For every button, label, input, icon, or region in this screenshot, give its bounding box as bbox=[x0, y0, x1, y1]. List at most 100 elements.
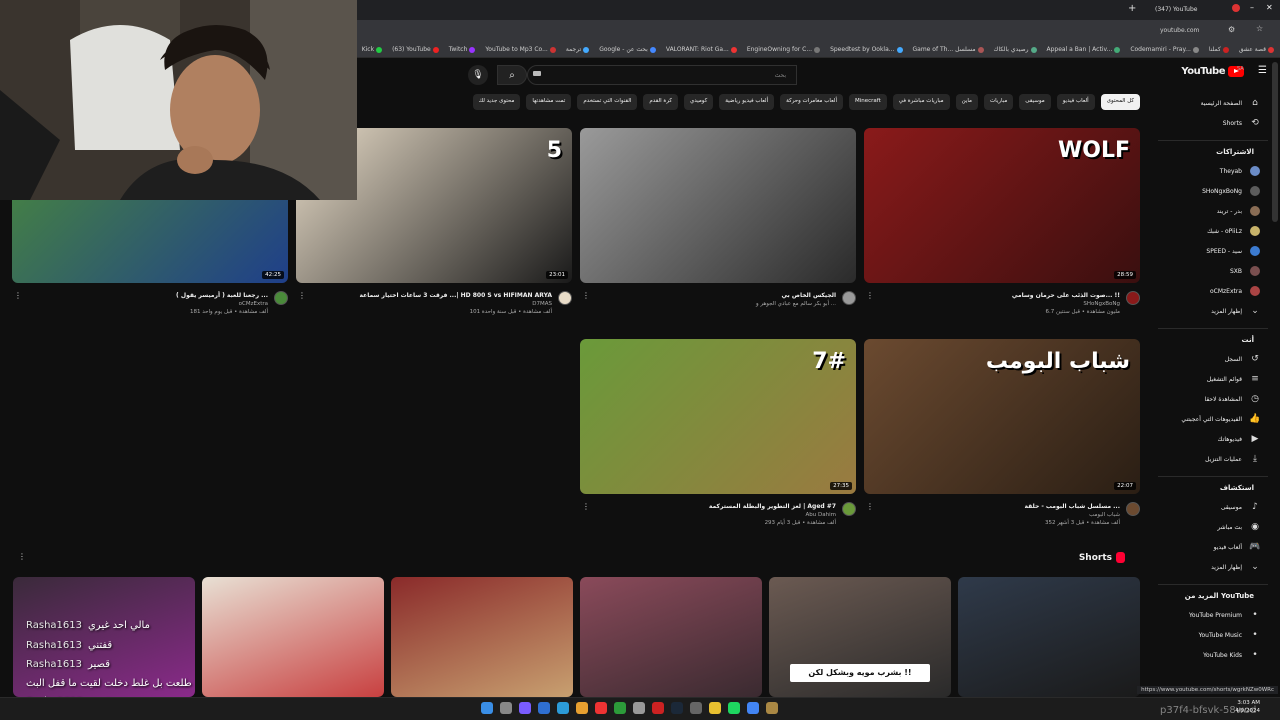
search-button[interactable]: ⌕ bbox=[497, 65, 527, 85]
video-channel[interactable]: شباب البومب bbox=[1089, 512, 1120, 518]
chip-2[interactable]: موسيقى bbox=[1019, 94, 1051, 110]
shorts-menu-icon[interactable]: ⋮ bbox=[18, 552, 26, 561]
youtube-logo[interactable]: YouTube bbox=[1181, 66, 1244, 77]
voice-search-button[interactable]: 🎙 bbox=[468, 65, 488, 85]
video-channel[interactable]: oCMzExtra bbox=[239, 301, 268, 307]
chip-9[interactable]: كوميدي bbox=[683, 94, 714, 110]
chip-11[interactable]: القنوات التي تستخدم bbox=[577, 94, 638, 110]
video-title[interactable]: فرقت 3 ساعات اختيار سماعة ...| HD 800 S … bbox=[360, 292, 552, 299]
bookmark-item[interactable]: (63) YouTube bbox=[392, 46, 439, 53]
bookmark-item[interactable]: Appeal a Ban | Activ... bbox=[1047, 46, 1121, 53]
chip-10[interactable]: كرة القدم bbox=[643, 94, 678, 110]
bookmark-item[interactable]: Game of Th... مسلسل bbox=[913, 46, 984, 53]
sidebar-item[interactable]: الفيديوهات التي أعجبتني 👍 bbox=[1181, 414, 1260, 424]
sidebar-item[interactable]: ألعاب فيديو 🎮 bbox=[1214, 542, 1261, 552]
chip-1[interactable]: ألعاب فيديو bbox=[1056, 94, 1095, 110]
video-title[interactable]: مسلسل شباب البومب - حلقة ... bbox=[1025, 503, 1120, 510]
video-menu-icon[interactable]: ⋮ bbox=[298, 291, 306, 300]
taskbar-app-icon[interactable] bbox=[652, 702, 664, 714]
short-thumbnail[interactable] bbox=[958, 577, 1140, 697]
close-icon[interactable]: ✕ bbox=[1266, 3, 1273, 12]
taskbar-app-icon[interactable] bbox=[595, 702, 607, 714]
sidebar-item[interactable]: Shorts ⟲ bbox=[1223, 118, 1260, 128]
browser-tab[interactable]: (347) YouTube bbox=[1155, 6, 1197, 13]
bookmark-item[interactable]: Kick bbox=[362, 46, 383, 53]
sidebar-item[interactable]: Theyab bbox=[1220, 166, 1260, 176]
bookmark-item[interactable]: قصة عشق bbox=[1239, 46, 1274, 53]
bookmark-item[interactable]: YouTube to Mp3 Co... bbox=[485, 46, 556, 53]
taskbar-app-icon[interactable] bbox=[500, 702, 512, 714]
sidebar-item[interactable]: SHoNgxBoNg bbox=[1202, 186, 1260, 196]
video-channel[interactable]: أبو بكر سالم مع عبادي الجوهر و ... bbox=[756, 301, 836, 307]
bookmark-item[interactable]: ترجمة bbox=[566, 46, 590, 53]
video-title[interactable]: رجعنا للعبة ( أرميسر يقول ) ... bbox=[176, 292, 268, 299]
short-thumbnail[interactable] bbox=[580, 577, 762, 697]
sidebar-item[interactable]: موسيقى ♪ bbox=[1221, 502, 1260, 512]
video-thumbnail[interactable]: 7# 27:35 bbox=[580, 339, 856, 494]
video-menu-icon[interactable]: ⋮ bbox=[866, 502, 874, 511]
chip-0[interactable]: كل المحتوى bbox=[1100, 94, 1140, 110]
sidebar-item[interactable]: YouTube Premium • bbox=[1189, 610, 1260, 620]
channel-avatar[interactable] bbox=[842, 291, 856, 305]
video-menu-icon[interactable]: ⋮ bbox=[866, 291, 874, 300]
taskbar-app-icon[interactable] bbox=[671, 702, 683, 714]
sidebar-item[interactable]: YouTube Kids • bbox=[1203, 650, 1260, 660]
search-input[interactable]: بحث bbox=[527, 65, 797, 85]
channel-avatar[interactable] bbox=[1126, 502, 1140, 516]
url-text[interactable]: youtube.com bbox=[1160, 27, 1199, 34]
tune-icon[interactable]: ⚙ bbox=[1228, 25, 1235, 34]
channel-avatar[interactable] bbox=[274, 291, 288, 305]
taskbar-app-icon[interactable] bbox=[690, 702, 702, 714]
taskbar-app-icon[interactable] bbox=[728, 702, 740, 714]
taskbar-app-icon[interactable] bbox=[481, 702, 493, 714]
bookmark-item[interactable]: كملنا bbox=[1209, 46, 1229, 53]
keyboard-icon[interactable] bbox=[533, 71, 541, 76]
chip-8[interactable]: ألعاب فيديو رياضية bbox=[719, 94, 775, 110]
sidebar-item[interactable]: إظهار المزيد ⌄ bbox=[1211, 562, 1260, 572]
scrollbar[interactable] bbox=[1272, 62, 1278, 222]
chip-6[interactable]: Minecraft bbox=[848, 94, 887, 110]
taskbar-app-icon[interactable] bbox=[766, 702, 778, 714]
sidebar-item[interactable]: YouTube Music • bbox=[1199, 630, 1260, 640]
bookmark-item[interactable]: Twitch bbox=[449, 46, 476, 53]
video-thumbnail[interactable] bbox=[580, 128, 856, 283]
taskbar-app-icon[interactable] bbox=[614, 702, 626, 714]
sidebar-item[interactable]: عمليات التنزيل ⤓ bbox=[1205, 454, 1260, 464]
sidebar-item[interactable]: المشاهدة لاحقا ◷ bbox=[1204, 394, 1260, 404]
sidebar-item[interactable]: بث مباشر ◉ bbox=[1217, 522, 1260, 532]
bookmark-item[interactable]: VALORANT: Riot Ga... bbox=[666, 46, 737, 53]
video-thumbnail[interactable]: شباب البومب 22:07 bbox=[864, 339, 1140, 494]
bookmark-item[interactable]: EngineOwning for C... bbox=[747, 46, 821, 53]
video-menu-icon[interactable]: ⋮ bbox=[582, 291, 590, 300]
taskbar-app-icon[interactable] bbox=[576, 702, 588, 714]
chip-3[interactable]: مباريات bbox=[983, 94, 1014, 110]
taskbar-app-icon[interactable] bbox=[557, 702, 569, 714]
short-thumbnail[interactable] bbox=[391, 577, 573, 697]
video-title[interactable]: لغز التطوير والبطلة المستركمة | Aged #7 bbox=[709, 503, 836, 510]
sidebar-item[interactable]: قوائم التشغيل ≡ bbox=[1207, 374, 1260, 384]
bookmark-item[interactable]: رصيدي بالكاك bbox=[994, 46, 1037, 53]
star-icon[interactable]: ☆ bbox=[1256, 24, 1263, 33]
sidebar-item[interactable]: oCMzExtra bbox=[1210, 286, 1260, 296]
sidebar-item[interactable]: بدر - تريند bbox=[1217, 206, 1260, 216]
chip-12[interactable]: تمت مشاهدتها bbox=[526, 94, 572, 110]
sidebar-item[interactable]: شبك - oPiiLz bbox=[1207, 226, 1260, 236]
taskbar-app-icon[interactable] bbox=[519, 702, 531, 714]
bookmark-item[interactable]: Codemamiri - Pray... bbox=[1130, 46, 1199, 53]
short-thumbnail[interactable] bbox=[202, 577, 384, 697]
taskbar-app-icon[interactable] bbox=[538, 702, 550, 714]
sidebar-item[interactable]: إظهار المزيد ⌄ bbox=[1211, 306, 1260, 316]
video-title[interactable]: صوت الذئب على حرمان وسامي... !! bbox=[1012, 292, 1120, 299]
channel-avatar[interactable] bbox=[1126, 291, 1140, 305]
video-channel[interactable]: Abu Dahim bbox=[806, 512, 836, 518]
video-channel[interactable]: D7MAS bbox=[532, 301, 552, 307]
new-tab-icon[interactable]: + bbox=[1128, 3, 1136, 14]
video-menu-icon[interactable]: ⋮ bbox=[14, 291, 22, 300]
taskbar-app-icon[interactable] bbox=[747, 702, 759, 714]
minimize-icon[interactable]: – bbox=[1250, 3, 1254, 12]
chip-5[interactable]: مباريات مباشرة في bbox=[892, 94, 950, 110]
sidebar-item[interactable]: فيديوهاتك ▶ bbox=[1218, 434, 1260, 444]
sidebar-item[interactable]: الصفحة الرئيسية ⌂ bbox=[1201, 98, 1260, 108]
video-title[interactable]: الجيكس الخاص بي bbox=[781, 292, 836, 299]
bookmark-item[interactable]: Speedtest by Ookla... bbox=[830, 46, 903, 53]
